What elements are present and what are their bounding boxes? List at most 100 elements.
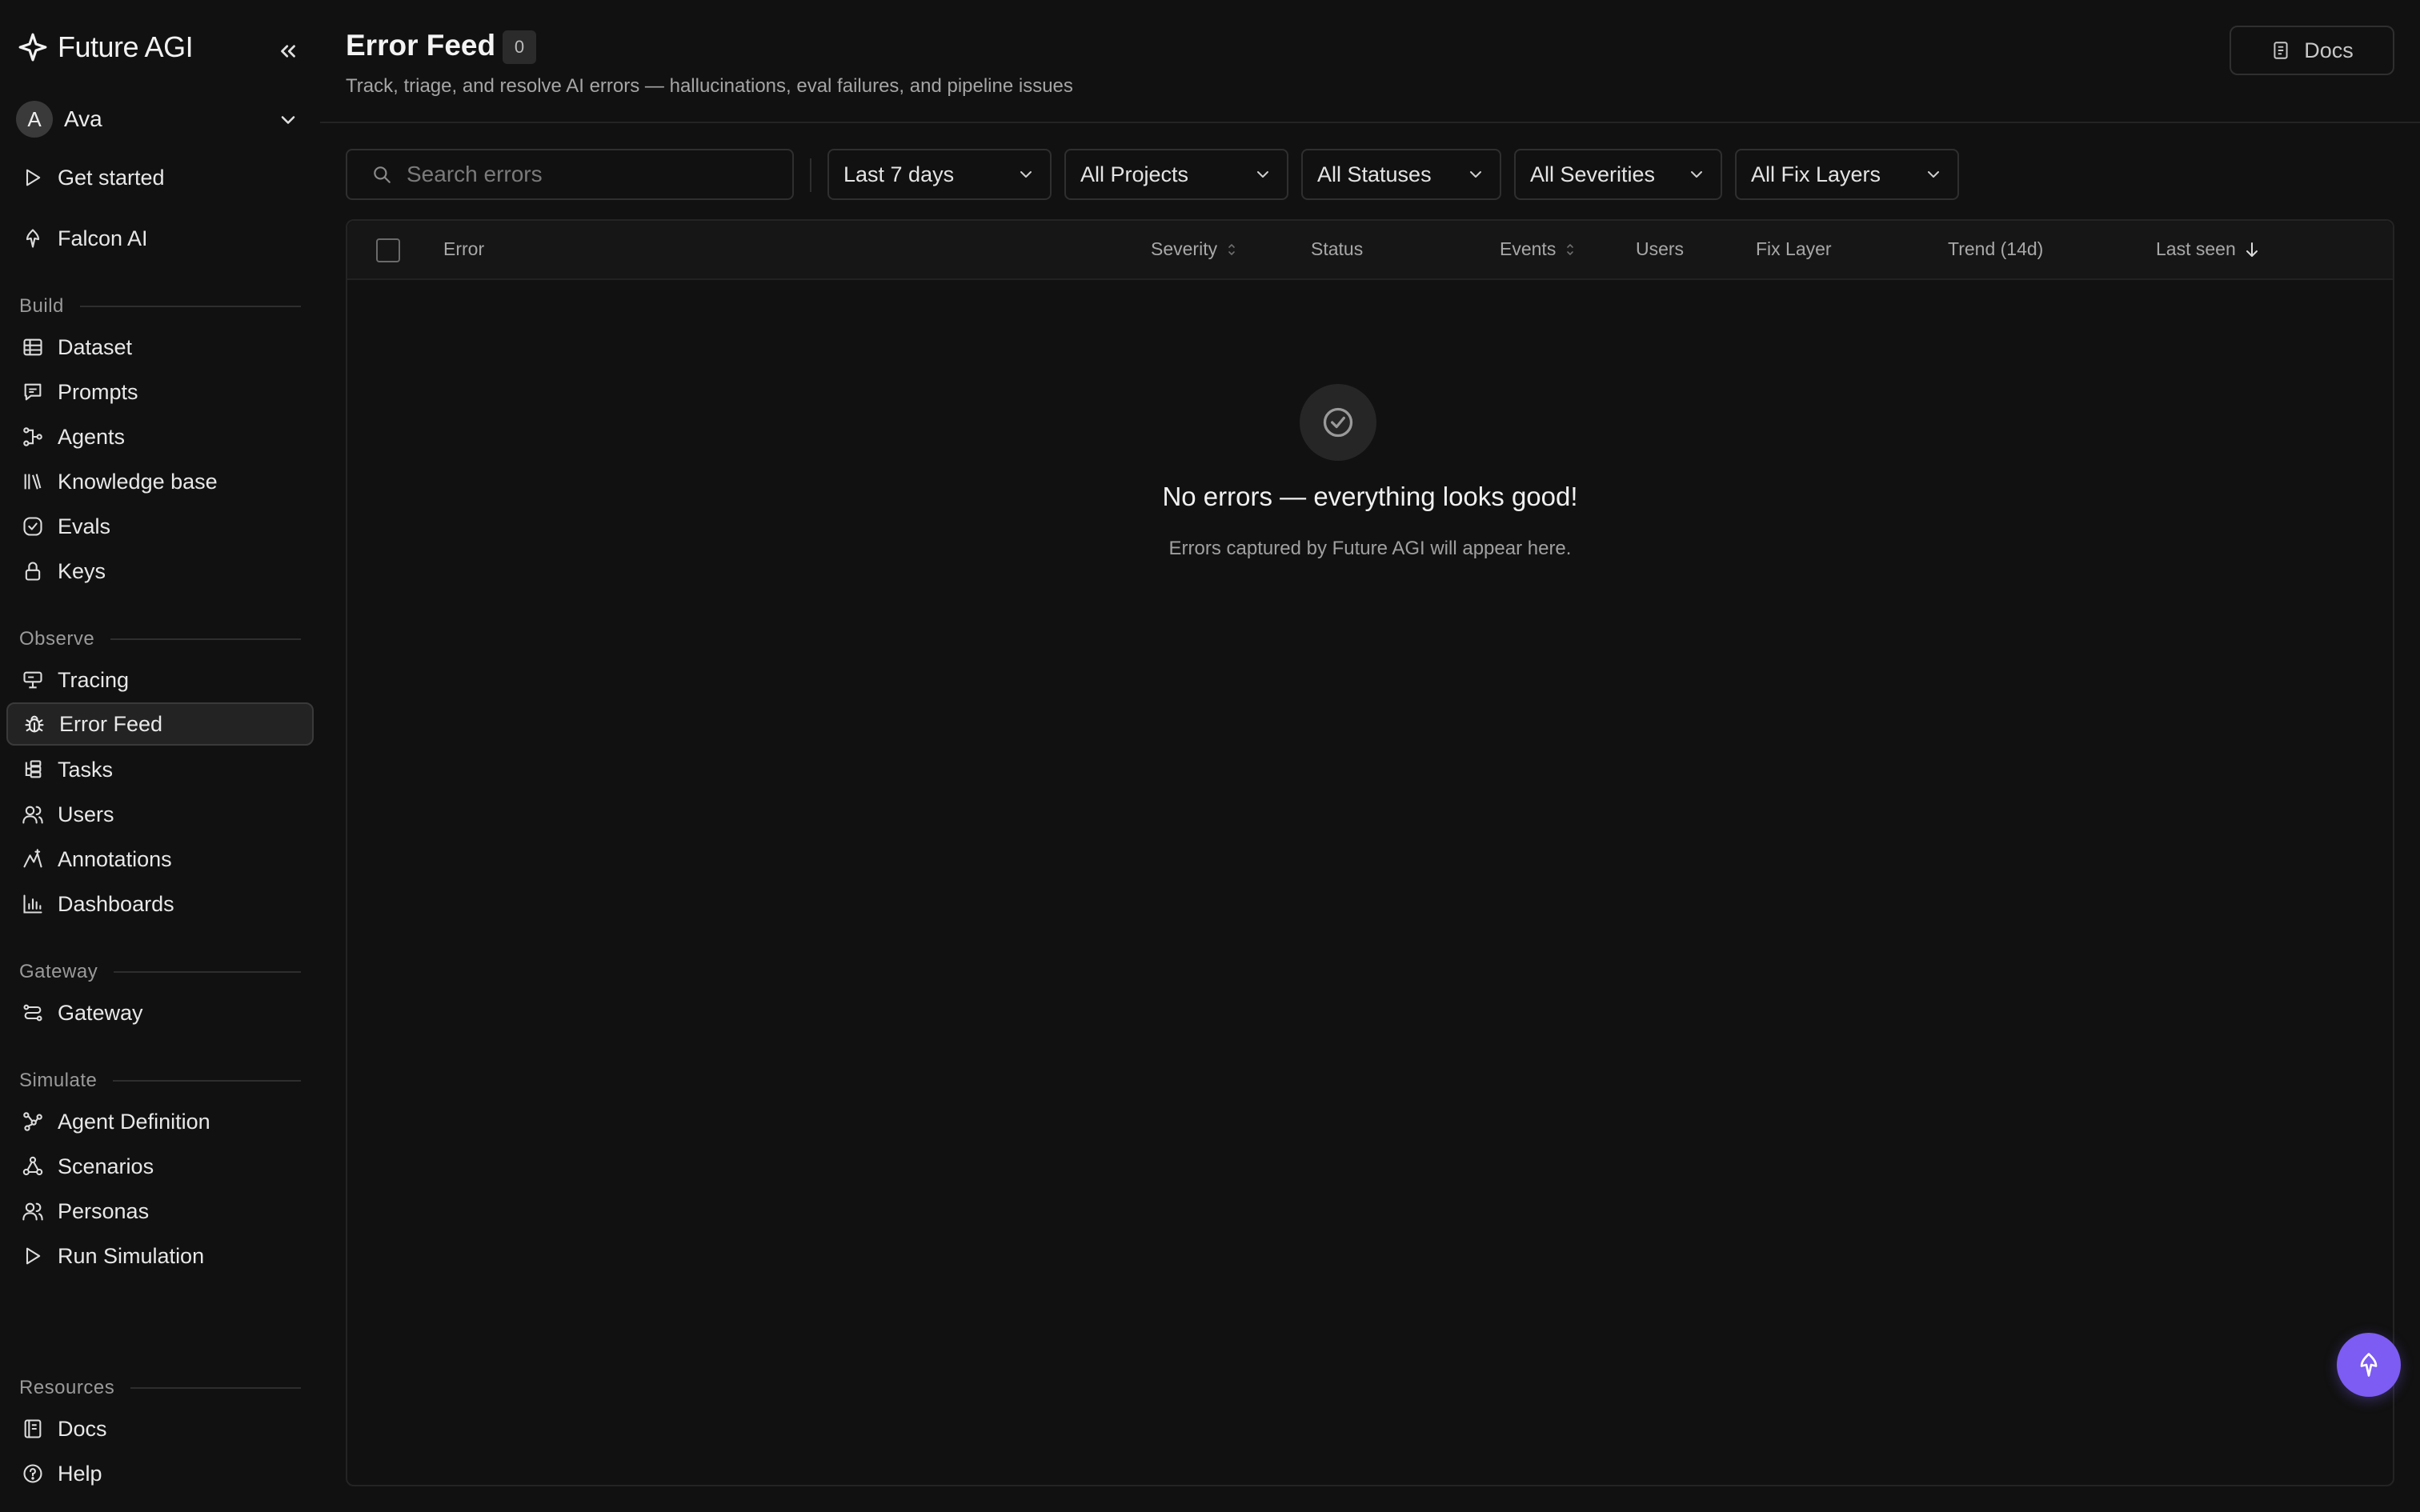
section-title: Simulate <box>19 1070 98 1091</box>
sidebar-item-label: Docs <box>58 1416 107 1441</box>
sidebar-item-users[interactable]: Users <box>6 793 314 836</box>
chevron-down-icon <box>1924 165 1943 184</box>
column-label: Status <box>1311 238 1364 259</box>
column-severity[interactable]: Severity <box>1151 238 1238 260</box>
sidebar-item-falcon-ai[interactable]: Falcon AI <box>6 217 314 260</box>
search-input[interactable] <box>405 161 784 188</box>
app-window: Future AGI A Ava Get started Falcon AI B… <box>0 0 2420 1512</box>
page-subtitle: Track, triage, and resolve AI errors — h… <box>346 75 1073 97</box>
column-last-seen[interactable]: Last seen <box>2156 238 2260 260</box>
fix-layers-select[interactable]: All Fix Layers <box>1735 149 1959 200</box>
tasks-icon <box>19 756 46 783</box>
section-simulate: Simulate <box>19 1069 301 1093</box>
sidebar-item-label: Annotations <box>58 846 172 871</box>
column-error[interactable]: Error <box>443 238 484 260</box>
users-icon <box>19 1198 46 1225</box>
falcon-ai-chat-button[interactable] <box>2337 1333 2401 1397</box>
workspace-switcher[interactable]: A Ava <box>16 101 304 138</box>
sidebar-item-label: Prompts <box>58 379 138 404</box>
collapse-sidebar-button[interactable] <box>270 34 306 69</box>
book-icon <box>19 1415 46 1442</box>
arrow-down-icon <box>2244 241 2260 258</box>
sidebar-item-scenarios[interactable]: Scenarios <box>6 1145 314 1188</box>
column-users[interactable]: Users <box>1636 238 1684 260</box>
future-agi-logo-icon <box>18 32 48 62</box>
sidebar-item-dashboards[interactable]: Dashboards <box>6 882 314 926</box>
projects-select[interactable]: All Projects <box>1064 149 1288 200</box>
sidebar-item-evals[interactable]: Evals <box>6 505 314 548</box>
section-build: Build <box>19 294 301 318</box>
table-icon <box>19 334 46 361</box>
workspace-name: Ava <box>64 106 102 131</box>
sidebar-item-label: Scenarios <box>58 1154 154 1178</box>
chevrons-left-icon <box>276 39 300 63</box>
users-icon <box>19 801 46 828</box>
sidebar-item-label: Users <box>58 802 114 826</box>
severities-value: All Severities <box>1530 162 1656 186</box>
divider <box>110 638 301 640</box>
divider <box>320 122 2420 123</box>
sidebar-item-label: Evals <box>58 514 111 538</box>
statuses-select[interactable]: All Statuses <box>1301 149 1501 200</box>
column-label: Last seen <box>2156 238 2236 259</box>
sidebar-item-dataset[interactable]: Dataset <box>6 326 314 369</box>
statuses-value: All Statuses <box>1317 162 1432 186</box>
section-title: Gateway <box>19 961 98 982</box>
sidebar-item-annotations[interactable]: Annotations <box>6 838 314 881</box>
time-range-select[interactable]: Last 7 days <box>827 149 1052 200</box>
divider <box>113 1080 301 1082</box>
column-label: Fix Layer <box>1756 238 1832 259</box>
sidebar-item-agent-definition[interactable]: Agent Definition <box>6 1100 314 1143</box>
column-trend[interactable]: Trend (14d) <box>1948 238 2043 260</box>
column-status[interactable]: Status <box>1311 238 1363 260</box>
divider <box>810 158 811 192</box>
column-label: Users <box>1636 238 1685 259</box>
sidebar-item-label: Tracing <box>58 667 130 692</box>
sidebar-item-docs[interactable]: Docs <box>6 1407 314 1450</box>
sidebar-item-keys[interactable]: Keys <box>6 550 314 593</box>
table-header: Error Severity Status Events Users Fix L… <box>347 221 2393 280</box>
column-events[interactable]: Events <box>1500 238 1577 260</box>
agent-icon <box>19 423 46 450</box>
column-label: Severity <box>1151 238 1218 259</box>
sidebar: Future AGI A Ava Get started Falcon AI B… <box>0 0 320 1512</box>
chevron-down-icon <box>1016 165 1036 184</box>
divider <box>114 971 301 973</box>
sidebar-item-get-started[interactable]: Get started <box>6 156 314 199</box>
chevron-down-icon <box>277 109 299 131</box>
sidebar-item-knowledge-base[interactable]: Knowledge base <box>6 460 314 503</box>
sort-icon <box>1225 242 1238 258</box>
sidebar-item-label: Error Feed <box>59 711 163 736</box>
column-fix-layer[interactable]: Fix Layer <box>1756 238 1832 260</box>
docs-button[interactable]: Docs <box>2230 26 2394 75</box>
search-icon <box>371 164 392 185</box>
select-all-checkbox[interactable] <box>376 238 400 262</box>
sidebar-item-run-simulation[interactable]: Run Simulation <box>6 1234 314 1278</box>
section-resources: Resources <box>19 1376 301 1400</box>
falcon-icon <box>19 225 46 252</box>
sort-icon <box>1564 242 1577 258</box>
sidebar-item-tasks[interactable]: Tasks <box>6 748 314 791</box>
sidebar-item-agents[interactable]: Agents <box>6 415 314 458</box>
sidebar-item-prompts[interactable]: Prompts <box>6 370 314 414</box>
severities-select[interactable]: All Severities <box>1514 149 1722 200</box>
divider <box>130 1387 301 1389</box>
document-icon <box>2270 40 2291 61</box>
annotation-icon <box>19 846 46 873</box>
brand[interactable]: Future AGI <box>18 30 194 64</box>
docs-button-label: Docs <box>2304 38 2354 62</box>
sidebar-item-label: Dataset <box>58 334 133 359</box>
play-icon <box>19 1242 46 1270</box>
chevron-down-icon <box>1687 165 1706 184</box>
library-icon <box>19 468 46 495</box>
sidebar-item-gateway[interactable]: Gateway <box>6 991 314 1034</box>
sidebar-item-help[interactable]: Help <box>6 1452 314 1495</box>
lock-icon <box>19 558 46 585</box>
empty-state-subtitle: Errors captured by Future AGI will appea… <box>1168 538 1572 559</box>
sidebar-item-label: Get started <box>58 165 165 190</box>
sidebar-item-tracing[interactable]: Tracing <box>6 658 314 702</box>
sidebar-item-error-feed[interactable]: Error Feed <box>6 702 314 746</box>
sidebar-item-personas[interactable]: Personas <box>6 1190 314 1233</box>
falcon-icon <box>2354 1350 2383 1379</box>
search-box[interactable] <box>346 149 794 200</box>
